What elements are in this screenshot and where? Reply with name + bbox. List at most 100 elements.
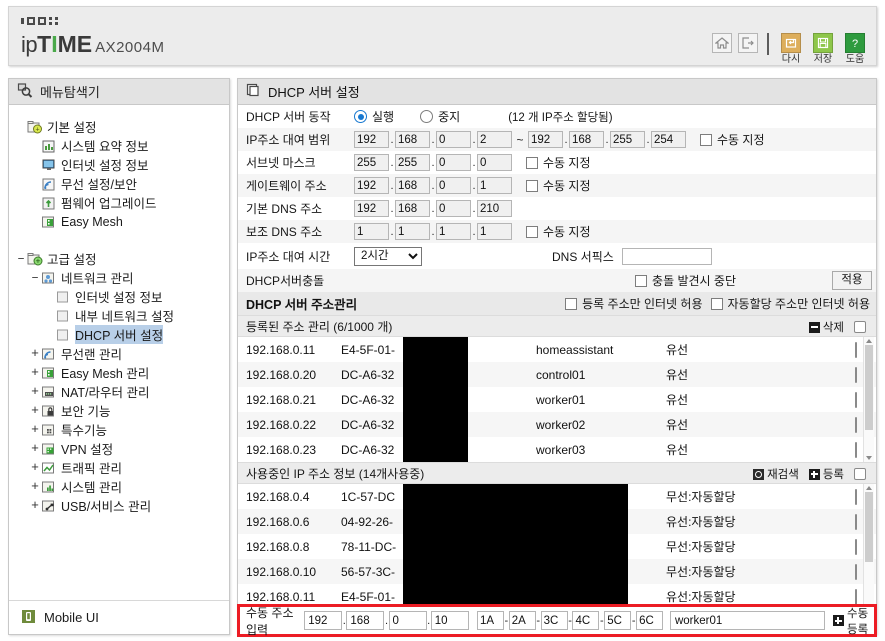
delete-button[interactable]: 삭제 (808, 319, 844, 335)
lease-start-octet-1[interactable] (354, 131, 389, 148)
subnet-octet-3[interactable] (436, 154, 471, 171)
table-row[interactable]: 192.168.0.11 E4-5F-01- homeassistant 유선 (238, 337, 876, 362)
tree-expander-icon[interactable]: – (29, 271, 41, 284)
manual-mac-octet-5[interactable] (604, 611, 632, 630)
sidebar-item-15[interactable]: + 특수기능 (9, 420, 229, 439)
tree-expander-icon[interactable]: + (29, 404, 41, 417)
conflict-stop-checkbox[interactable] (635, 274, 648, 287)
sidebar-item-17[interactable]: + 트래픽 관리 (9, 458, 229, 477)
sidebar-item-13[interactable]: + NAT/라우터 관리 (9, 382, 229, 401)
tree-expander-icon[interactable]: + (29, 347, 41, 360)
dns1-octet-1[interactable] (354, 200, 389, 217)
dns2-manual-checkbox[interactable] (526, 225, 538, 238)
register-button[interactable]: 등록 (808, 466, 844, 482)
manual-ip-octet-1[interactable] (304, 611, 343, 630)
tree-expander-icon[interactable]: – (15, 252, 27, 265)
lease-start-octet-2[interactable] (395, 131, 430, 148)
logout-icon[interactable] (738, 33, 758, 53)
sidebar-item-14[interactable]: + 보안 기능 (9, 401, 229, 420)
inuse-select-all-checkbox[interactable] (854, 468, 866, 480)
scroll-up-arrow[interactable] (866, 339, 872, 343)
sidebar-item-4[interactable]: 펌웨어 업그레이드 (9, 193, 229, 212)
row-checkbox[interactable] (855, 367, 857, 383)
manual-mac-octet-4[interactable] (572, 611, 600, 630)
dns2-octet-1[interactable] (354, 223, 389, 240)
sidebar-item-7[interactable]: – 네트워크 관리 (9, 268, 229, 287)
table-row[interactable]: 192.168.0.23 DC-A6-32 worker03 유선 (238, 437, 876, 462)
row-checkbox[interactable] (855, 539, 857, 555)
vertical-scrollbar[interactable] (863, 484, 874, 612)
manual-mac-octet-3[interactable] (540, 611, 568, 630)
sidebar-item-1[interactable]: 시스템 요약 정보 (9, 136, 229, 155)
manual-ip-octet-3[interactable] (388, 611, 427, 630)
subnet-manual-checkbox[interactable] (526, 156, 538, 169)
dns2-octet-4[interactable] (477, 223, 512, 240)
help-button[interactable]: ? 도움 (842, 33, 868, 65)
table-row[interactable]: 192.168.0.22 DC-A6-32 worker02 유선 (238, 412, 876, 437)
manual-mac-octet-1[interactable] (476, 611, 504, 630)
gateway-manual-checkbox[interactable] (526, 179, 538, 192)
dns2-octet-2[interactable] (395, 223, 430, 240)
restart-button[interactable]: 다시 (778, 33, 804, 65)
sidebar-item-9[interactable]: 내부 네트워크 설정 (9, 306, 229, 325)
sidebar-item-11[interactable]: + 무선랜 관리 (9, 344, 229, 363)
dns-suffix-input[interactable] (621, 247, 712, 265)
sidebar-item-5[interactable]: Easy Mesh (9, 212, 229, 231)
row-checkbox[interactable] (855, 342, 857, 358)
manual-mac-octet-6[interactable] (636, 611, 664, 630)
apply-button[interactable]: 적용 (832, 271, 872, 290)
row-checkbox[interactable] (855, 514, 857, 530)
manual-register-button[interactable]: 수동 등록 (832, 605, 874, 637)
row-checkbox[interactable] (855, 417, 857, 433)
row-checkbox[interactable] (855, 489, 857, 505)
sidebar-item-2[interactable]: 인터넷 설정 정보 (9, 155, 229, 174)
gateway-octet-3[interactable] (436, 177, 471, 194)
lease-range-manual-checkbox[interactable] (700, 133, 712, 146)
tree-expander-icon[interactable]: + (29, 461, 41, 474)
tree-expander-icon[interactable]: + (29, 480, 41, 493)
sidebar-item-18[interactable]: + 시스템 관리 (9, 477, 229, 496)
save-button[interactable]: 저장 (810, 33, 836, 65)
tree-expander-icon[interactable]: + (29, 423, 41, 436)
scroll-down-arrow[interactable] (866, 456, 872, 460)
row-checkbox[interactable] (855, 564, 857, 580)
auto-only-checkbox[interactable] (710, 297, 723, 310)
scroll-up-arrow[interactable] (866, 486, 872, 490)
dns2-octet-3[interactable] (436, 223, 471, 240)
table-row[interactable]: 192.168.0.21 DC-A6-32 worker01 유선 (238, 387, 876, 412)
gateway-octet-4[interactable] (477, 177, 512, 194)
subnet-octet-1[interactable] (354, 154, 389, 171)
dns1-octet-3[interactable] (436, 200, 471, 217)
scroll-thumb[interactable] (865, 492, 873, 562)
dns1-octet-2[interactable] (395, 200, 430, 217)
manual-ip-octet-2[interactable] (346, 611, 385, 630)
subnet-octet-2[interactable] (395, 154, 430, 171)
lease-end-octet-3[interactable] (610, 131, 645, 148)
lease-end-octet-2[interactable] (569, 131, 604, 148)
scroll-thumb[interactable] (865, 345, 873, 430)
sidebar-item-12[interactable]: + Easy Mesh 관리 (9, 363, 229, 382)
mobile-ui-link[interactable]: Mobile UI (9, 600, 229, 634)
tree-expander-icon[interactable]: + (29, 366, 41, 379)
lease-time-select[interactable]: 30분1시간2시간6시간12시간1일무제한 (354, 246, 422, 266)
lease-start-octet-4[interactable] (477, 131, 512, 148)
sidebar-item-8[interactable]: 인터넷 설정 정보 (9, 287, 229, 306)
home-icon[interactable] (712, 33, 732, 53)
sidebar-item-10[interactable]: DHCP 서버 설정 (9, 325, 229, 344)
gateway-octet-1[interactable] (354, 177, 389, 194)
sidebar-item-19[interactable]: + USB/서비스 관리 (9, 496, 229, 515)
sidebar-item-0[interactable]: + 기본 설정 (9, 117, 229, 136)
gateway-octet-2[interactable] (395, 177, 430, 194)
row-checkbox[interactable] (855, 392, 857, 408)
sidebar-item-6[interactable]: – + 고급 설정 (9, 249, 229, 268)
tree-expander-icon[interactable]: + (29, 499, 41, 512)
tree-expander-icon[interactable]: + (29, 442, 41, 455)
vertical-scrollbar[interactable] (863, 337, 874, 462)
row-checkbox[interactable] (855, 589, 857, 605)
row-checkbox[interactable] (855, 442, 857, 458)
registered-select-all-checkbox[interactable] (854, 321, 866, 333)
sidebar-item-3[interactable]: 무선 설정/보안 (9, 174, 229, 193)
lease-end-octet-4[interactable] (651, 131, 686, 148)
sidebar-item-16[interactable]: + VPN 설정 (9, 439, 229, 458)
lease-end-octet-1[interactable] (528, 131, 563, 148)
